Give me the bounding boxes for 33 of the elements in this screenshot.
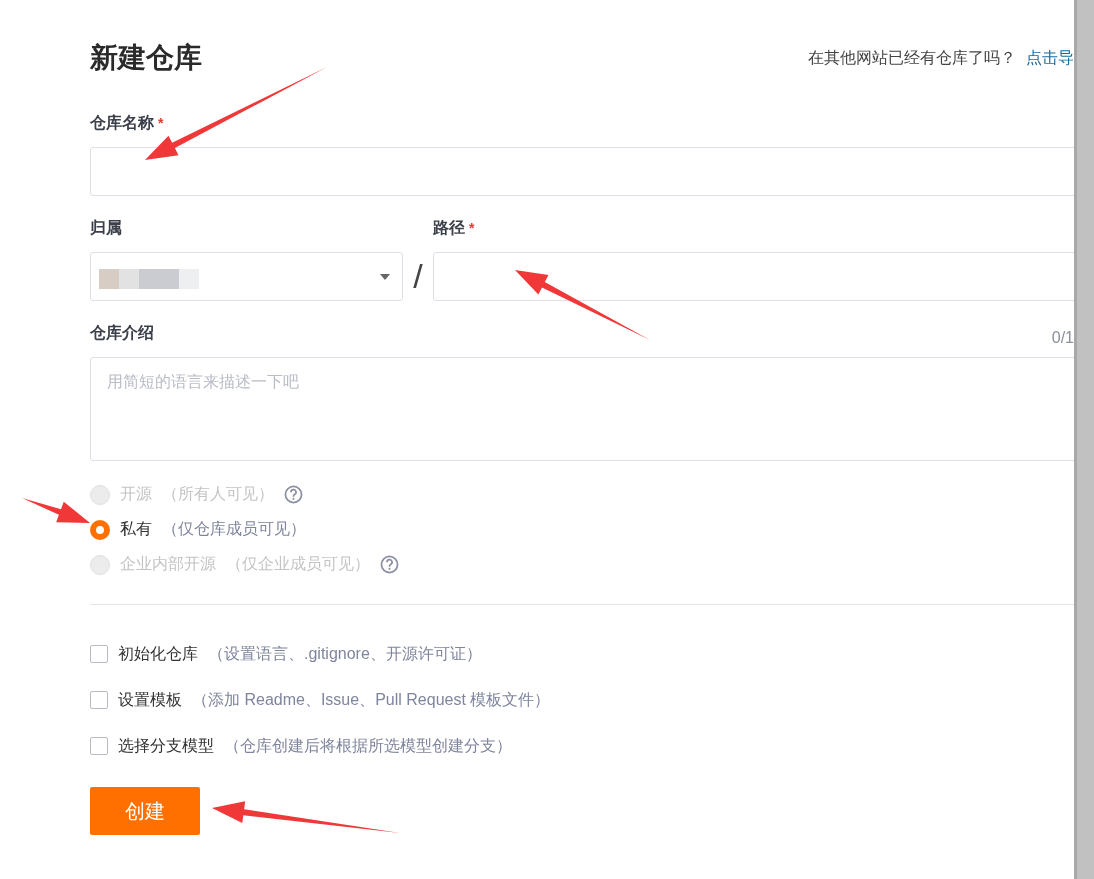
- checkbox-note: （仓库创建后将根据所选模型创建分支）: [224, 735, 512, 756]
- path-input[interactable]: [433, 252, 1074, 301]
- name-input[interactable]: [90, 147, 1074, 196]
- checkbox-note: （添加 Readme、Issue、Pull Request 模板文件）: [192, 689, 551, 710]
- radio-note: （仅企业成员可见）: [226, 554, 370, 574]
- import-prompt: 在其他网站已经有仓库了吗？: [808, 47, 1016, 68]
- arrow-annotation: [22, 498, 90, 523]
- checkbox[interactable]: [90, 691, 108, 709]
- checkbox-label: 初始化仓库: [118, 643, 198, 664]
- checkbox-note: （设置语言、.gitignore、开源许可证）: [208, 643, 482, 664]
- checkbox-label: 选择分支模型: [118, 735, 214, 756]
- radio-note: （所有人可见）: [162, 484, 274, 504]
- field-label: 仓库介绍: [90, 323, 154, 343]
- path-separator: /: [412, 256, 424, 297]
- radio-label: 企业内部开源: [120, 554, 216, 574]
- radio-label: 开源: [120, 484, 152, 504]
- required-mark: *: [158, 115, 164, 131]
- checkbox[interactable]: [90, 737, 108, 755]
- checkbox-label: 设置模板: [118, 689, 182, 710]
- owner-select[interactable]: [90, 252, 403, 301]
- radio-button[interactable]: [90, 519, 110, 540]
- radio-note: （仅仓库成员可见）: [162, 519, 306, 539]
- scrollbar[interactable]: [1074, 0, 1094, 879]
- char-counter: 0/1: [1051, 329, 1074, 347]
- caret-icon: [380, 273, 390, 280]
- import-link[interactable]: 点击导: [1026, 47, 1074, 69]
- page-title: 新建仓库: [90, 41, 202, 75]
- field-label: 归属: [90, 218, 122, 238]
- required-mark: *: [469, 220, 475, 236]
- field-label: 路径: [433, 218, 465, 238]
- field-label: 仓库名称: [90, 113, 154, 133]
- radio-label: 私有: [120, 519, 152, 539]
- checkbox[interactable]: [90, 645, 108, 663]
